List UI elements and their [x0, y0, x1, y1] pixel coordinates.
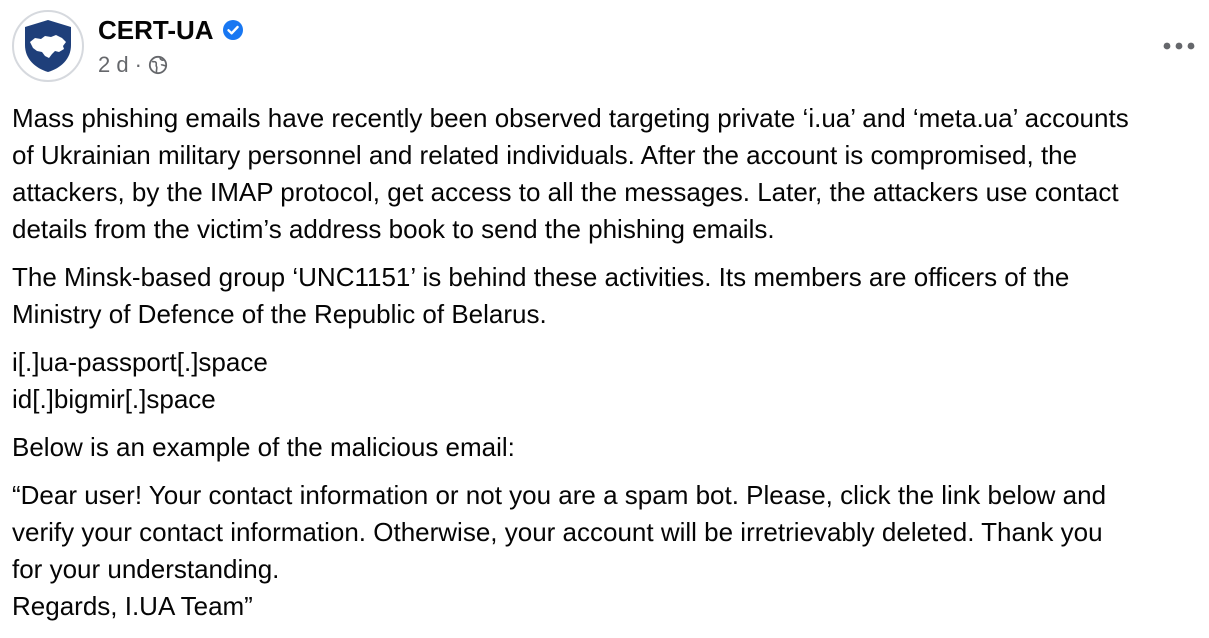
- post-body: Mass phishing emails have recently been …: [12, 100, 1204, 636]
- author-name[interactable]: CERT-UA: [98, 15, 214, 46]
- post-header: CERT-UA 2 d ·: [12, 10, 1197, 82]
- post-meta: 2 d ·: [98, 52, 244, 78]
- facebook-post: CERT-UA 2 d · Mass phishing emails have …: [0, 0, 1209, 638]
- author-block: CERT-UA 2 d ·: [98, 14, 244, 78]
- author-avatar[interactable]: [12, 10, 84, 82]
- domain-item: id[.]bigmir[.]space: [12, 384, 216, 414]
- shield-map-icon: [25, 20, 71, 72]
- globe-icon[interactable]: [148, 55, 168, 75]
- paragraph-intro-report: Mass phishing emails have recently been …: [12, 103, 1129, 244]
- verified-badge-icon: [222, 19, 244, 41]
- more-options-icon[interactable]: [1161, 28, 1197, 64]
- domain-list: i[.]ua-passport[.]space id[.]bigmir[.]sp…: [12, 344, 1204, 418]
- author-row: CERT-UA: [98, 14, 244, 46]
- paragraph-email-quote: “Dear user! Your contact information or …: [12, 480, 1107, 621]
- post-timestamp[interactable]: 2 d: [98, 52, 129, 78]
- domain-item: i[.]ua-passport[.]space: [12, 347, 268, 377]
- paragraph-example-intro: Below is an example of the malicious ema…: [12, 432, 515, 462]
- paragraph-attribution: The Minsk-based group ‘UNC1151’ is behin…: [12, 262, 1070, 329]
- meta-separator: ·: [134, 52, 142, 77]
